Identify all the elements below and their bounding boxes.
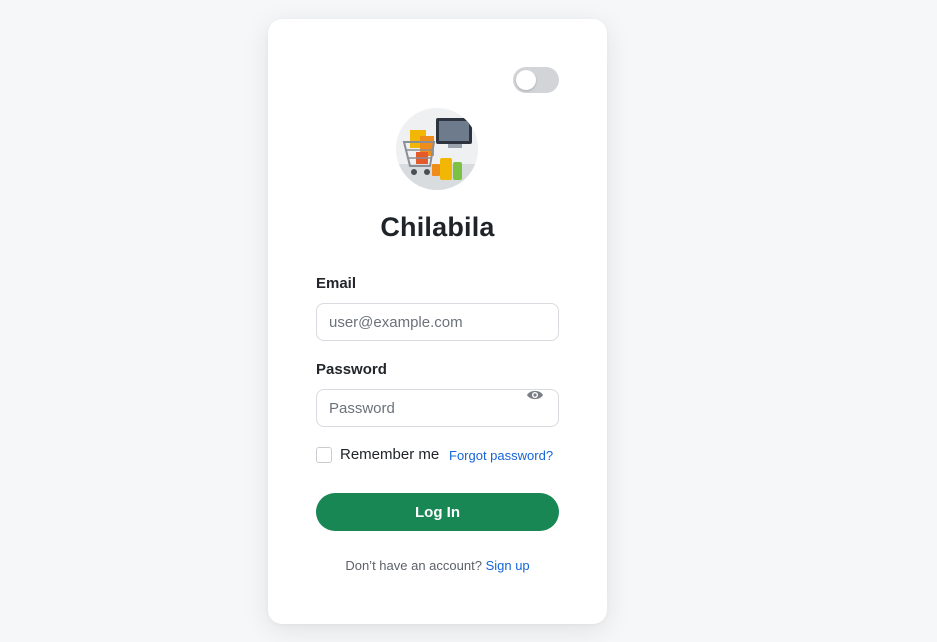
signup-row: Don’t have an account? Sign up: [268, 558, 607, 573]
email-label: Email: [316, 275, 357, 292]
theme-toggle[interactable]: [513, 67, 559, 93]
email-field[interactable]: [316, 303, 559, 341]
eye-icon[interactable]: [526, 388, 544, 402]
brand-name: Chilabila: [380, 212, 495, 242]
remember-checkbox[interactable]: [316, 446, 332, 463]
signup-link[interactable]: Sign up: [486, 558, 530, 573]
login-card: Chilabila Email Password Remember me For…: [268, 19, 607, 624]
login-button[interactable]: Log In: [316, 493, 559, 531]
password-label: Password: [316, 361, 387, 378]
remember-label: Remember me: [340, 446, 440, 463]
forgot-password-link[interactable]: Forgot password?: [449, 448, 553, 463]
remember-me: Remember me: [316, 446, 439, 463]
shopping-cart-logo-icon: [396, 108, 478, 190]
password-field[interactable]: [316, 389, 559, 427]
signup-prompt: Don’t have an account?: [345, 558, 482, 573]
toggle-knob: [516, 70, 536, 90]
